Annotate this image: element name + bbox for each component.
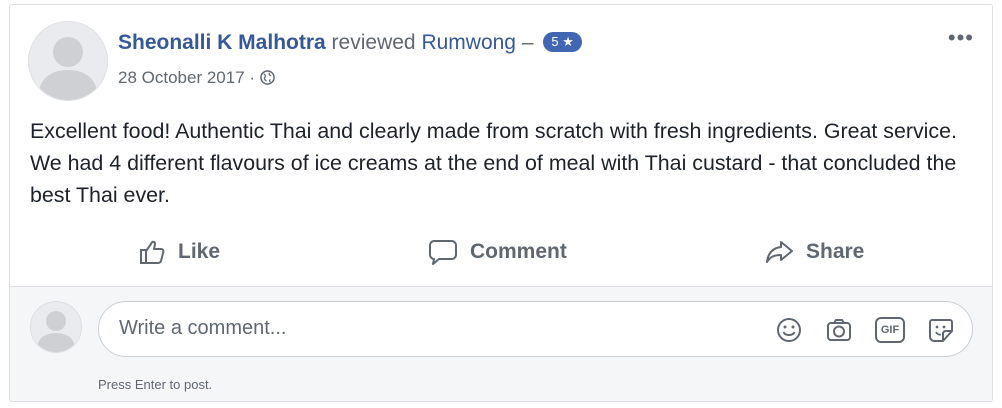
comment-button[interactable]: Comment: [428, 231, 567, 273]
post-actions-bar: Like Comment Share: [10, 231, 992, 273]
thumbs-up-icon: [140, 240, 165, 264]
review-text: Excellent food! Authentic Thai and clear…: [30, 119, 957, 207]
header-separator: –: [521, 31, 534, 54]
gif-icon[interactable]: GIF: [875, 317, 905, 343]
comment-placeholder: Write a comment...: [119, 317, 287, 339]
like-button[interactable]: Like: [138, 231, 220, 273]
author-name-link[interactable]: Sheonalli K Malhotra: [118, 31, 326, 54]
viewer-avatar: [30, 301, 82, 353]
share-arrow-icon: [766, 241, 793, 263]
comment-input[interactable]: Write a comment... GIF: [98, 301, 973, 357]
comment-label: Comment: [470, 240, 567, 263]
sticker-icon[interactable]: [927, 316, 955, 344]
author-avatar[interactable]: [28, 21, 108, 101]
share-label: Share: [806, 240, 865, 263]
like-label: Like: [178, 240, 221, 263]
star-icon: ★: [562, 34, 574, 49]
page-name-link[interactable]: Rumwong: [421, 31, 516, 54]
post-date-link[interactable]: 28 October 2017: [118, 68, 245, 87]
review-post-card: Sheonalli K Malhotra reviewed Rumwong – …: [9, 4, 993, 402]
comment-bubble-icon: [429, 240, 457, 265]
press-enter-hint: Press Enter to post.: [98, 377, 213, 392]
meta-separator: ·: [249, 68, 256, 87]
review-action-text: reviewed: [331, 31, 416, 54]
globe-icon[interactable]: [259, 70, 275, 85]
comment-composer: Write a comment... GIF Press Enter to po…: [10, 286, 992, 401]
more-options-button[interactable]: •••: [948, 25, 974, 51]
rating-badge: 5 ★: [543, 32, 582, 52]
default-avatar-icon: [31, 302, 81, 352]
rating-value: 5: [551, 34, 559, 49]
post-meta: 28 October 2017 ·: [118, 68, 275, 88]
emoji-icon[interactable]: [775, 316, 803, 344]
post-header: Sheonalli K Malhotra reviewed Rumwong – …: [118, 31, 582, 55]
share-button[interactable]: Share: [764, 231, 864, 273]
gif-label: GIF: [880, 324, 900, 336]
camera-icon[interactable]: [825, 316, 853, 344]
default-avatar-icon: [29, 22, 107, 100]
